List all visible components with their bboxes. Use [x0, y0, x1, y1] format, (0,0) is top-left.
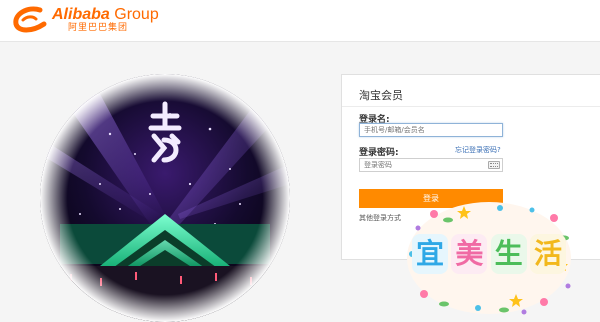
- other-login-link[interactable]: 其他登录方式: [359, 213, 401, 223]
- sticker-char-yi: 宜: [412, 234, 448, 274]
- logo-chinese-text: 阿里巴巴集团: [68, 23, 129, 33]
- sticker-text: 宜 美 生 活: [412, 230, 566, 278]
- forgot-password-link[interactable]: 忘记登录密码?: [455, 145, 501, 155]
- logo-wordmark: Alibaba Group: [52, 6, 159, 24]
- sticker-char-huo: 活: [529, 234, 566, 274]
- login-panel-title: 淘宝会员: [359, 89, 403, 102]
- password-label: 登录密码:: [359, 148, 399, 158]
- sticker-char-mei: 美: [451, 234, 488, 274]
- yimei-shenghuo-sticker: 宜 美 生 活: [404, 198, 574, 318]
- top-header: Alibaba Group 阿里巴巴集团: [0, 0, 600, 42]
- keyboard-icon[interactable]: [488, 161, 500, 169]
- logo-group-text: Group: [114, 6, 159, 23]
- panel-divider: [342, 106, 600, 107]
- alibaba-logo-mark-icon: [13, 6, 47, 33]
- stage-banner-image: [40, 74, 290, 322]
- stage-scene-illustration: [40, 74, 290, 322]
- sticker-char-sheng: 生: [490, 234, 527, 274]
- password-input[interactable]: [359, 158, 503, 172]
- logo-brand-text: Alibaba: [52, 6, 110, 23]
- username-input[interactable]: [359, 123, 503, 137]
